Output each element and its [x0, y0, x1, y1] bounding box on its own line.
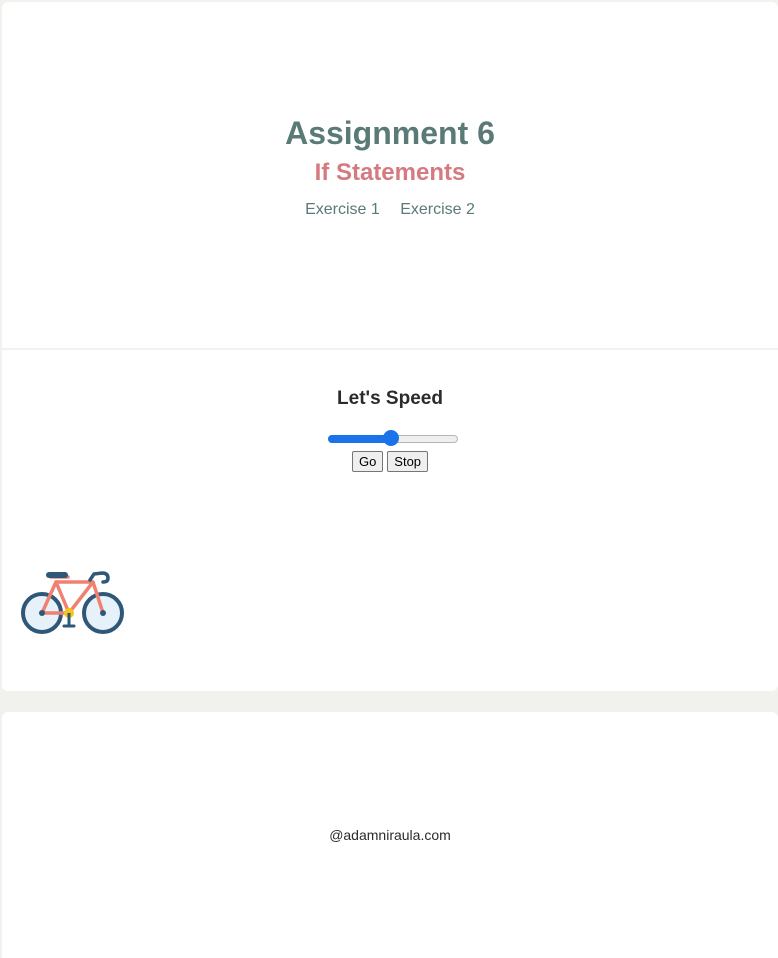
footer-section: @adamniraula.com: [2, 712, 778, 958]
section-heading: Let's Speed: [337, 388, 443, 409]
nav-link-exercise-1[interactable]: Exercise 1: [305, 201, 380, 218]
stop-button[interactable]: Stop: [387, 451, 429, 472]
nav-link-exercise-2[interactable]: Exercise 2: [400, 201, 475, 218]
page-subtitle: If Statements: [314, 159, 466, 186]
control-buttons: Go Stop: [2, 451, 778, 472]
slider-fill: [328, 435, 391, 443]
page-title: Assignment 6: [285, 115, 495, 151]
slider-thumb[interactable]: [383, 430, 399, 446]
speed-section: Let's Speed Go Stop: [2, 350, 778, 691]
go-button[interactable]: Go: [351, 451, 384, 472]
exercise-nav: Exercise 1 Exercise 2: [2, 201, 778, 219]
speed-slider[interactable]: [328, 430, 458, 446]
header-section: Assignment 6 If Statements Exercise 1 Ex…: [2, 2, 778, 348]
footer-credit: @adamniraula.com: [329, 827, 451, 843]
bicycle-icon: [21, 571, 124, 634]
